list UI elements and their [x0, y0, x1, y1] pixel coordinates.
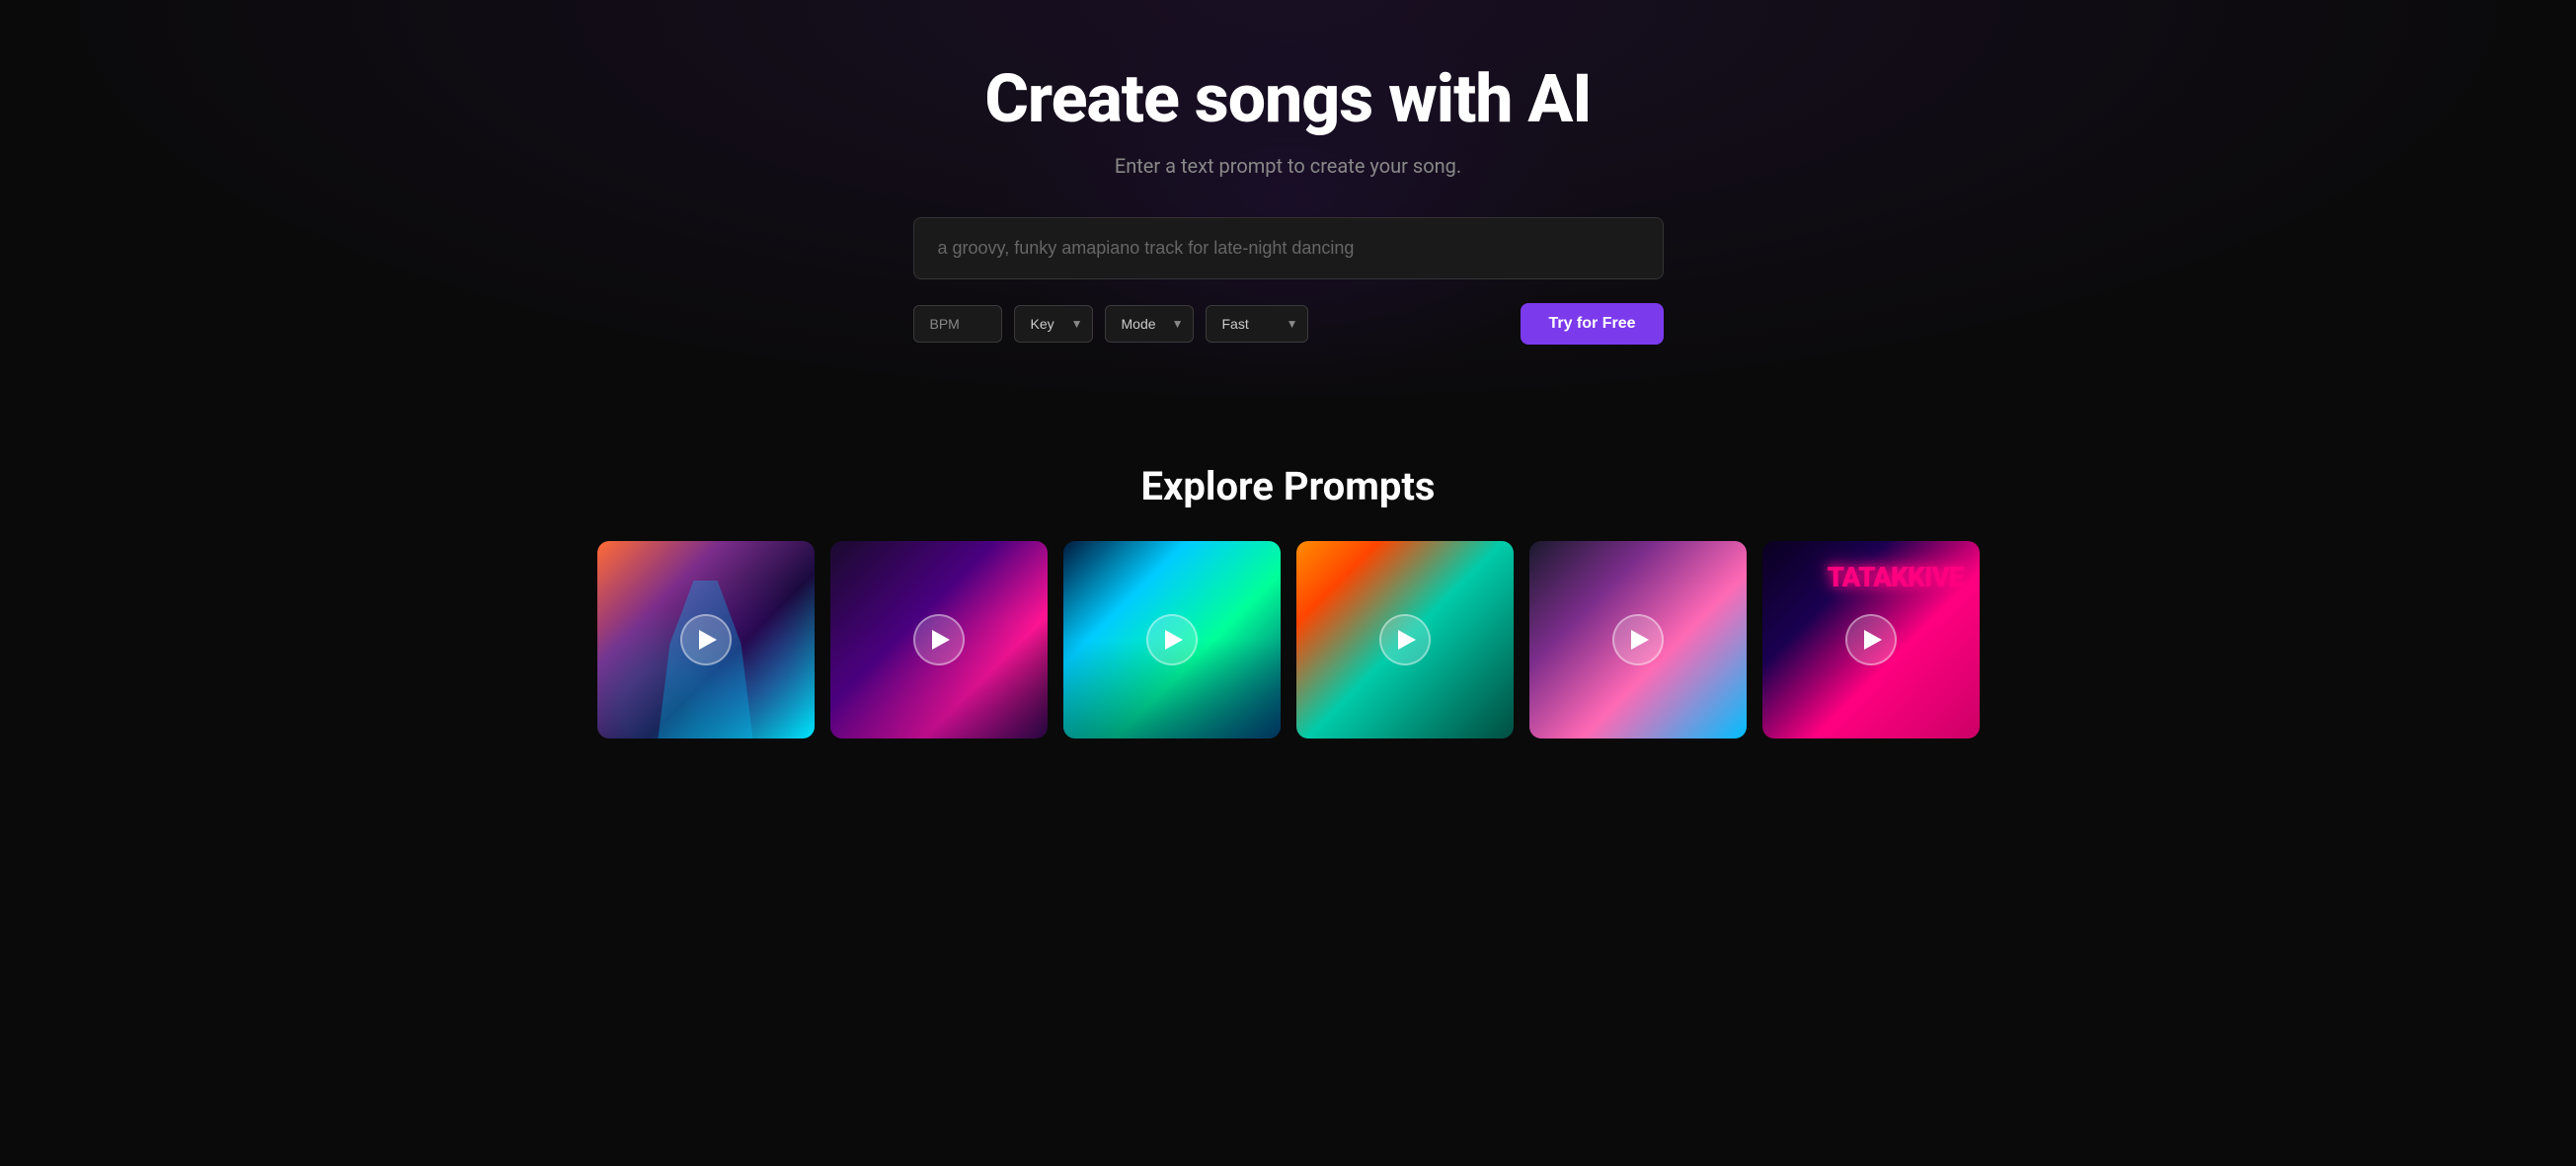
prompt-container — [913, 217, 1664, 279]
hero-subtitle: Enter a text prompt to create your song. — [1115, 154, 1461, 178]
card-1-play-overlay — [680, 614, 732, 665]
key-dropdown-wrapper: Key C C# D D# E F F# G G# A A# B ▼ — [1014, 305, 1093, 343]
prompts-grid: TATAKKIVE — [548, 541, 2029, 738]
card-5-play-overlay — [1612, 614, 1664, 665]
speed-dropdown-wrapper: Fast Slow Medium ▼ — [1206, 305, 1308, 343]
prompt-card-1[interactable] — [597, 541, 815, 738]
play-button-3[interactable] — [1146, 614, 1198, 665]
card-3-play-overlay — [1146, 614, 1198, 665]
neon-sign-text: TATAKKIVE — [1827, 561, 1963, 593]
card-6-play-overlay — [1845, 614, 1897, 665]
hero-title: Create songs with AI — [984, 59, 1591, 138]
prompt-card-5[interactable] — [1529, 541, 1747, 738]
explore-title: Explore Prompts — [1141, 463, 1436, 509]
card-4-play-overlay — [1379, 614, 1431, 665]
prompt-input[interactable] — [913, 217, 1664, 279]
mode-select[interactable]: Mode Major Minor — [1105, 305, 1194, 343]
prompt-card-3[interactable] — [1063, 541, 1281, 738]
controls-row: Key C C# D D# E F F# G G# A A# B ▼ Mode … — [913, 303, 1664, 345]
play-button-5[interactable] — [1612, 614, 1664, 665]
prompt-card-2[interactable] — [830, 541, 1048, 738]
card-2-play-overlay — [913, 614, 965, 665]
mode-dropdown-wrapper: Mode Major Minor ▼ — [1105, 305, 1194, 343]
prompt-card-6[interactable]: TATAKKIVE — [1762, 541, 1980, 738]
bpm-input[interactable] — [913, 305, 1002, 343]
play-button-1[interactable] — [680, 614, 732, 665]
key-select[interactable]: Key C C# D D# E F F# G G# A A# B — [1014, 305, 1093, 343]
play-button-6[interactable] — [1845, 614, 1897, 665]
play-button-4[interactable] — [1379, 614, 1431, 665]
speed-select[interactable]: Fast Slow Medium — [1206, 305, 1308, 343]
try-free-button[interactable]: Try for Free — [1521, 303, 1663, 345]
play-button-2[interactable] — [913, 614, 965, 665]
hero-section: Create songs with AI Enter a text prompt… — [0, 0, 2576, 424]
explore-section: Explore Prompts — [0, 424, 2576, 778]
prompt-card-4[interactable] — [1296, 541, 1514, 738]
